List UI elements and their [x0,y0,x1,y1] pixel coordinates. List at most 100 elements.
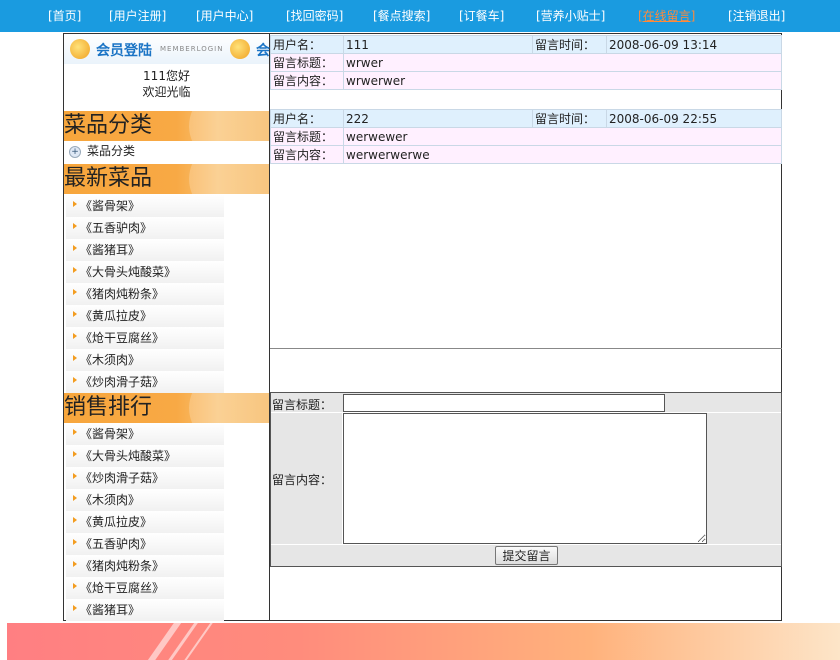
submit-message-button[interactable]: 提交留言 [495,546,558,565]
latest-dish-item[interactable]: 《五香驴肉》 [66,217,224,239]
arrow-right-icon [73,560,77,567]
latest-dish-item[interactable]: 《炝干豆腐丝》 [66,327,224,349]
arrow-right-icon [73,266,77,273]
latest-dish-item-label: 《黄瓜拉皮》 [80,309,153,323]
category-item-label: 菜品分类 [87,144,136,158]
latest-dish-item-label: 《炝干豆腐丝》 [80,331,165,345]
nav-retrieve-password[interactable]: [找回密码] [286,0,343,32]
time-value: 2008-06-09 22:55 [606,109,782,128]
nav-meal-search[interactable]: [餐点搜索] [373,0,430,32]
sales-rank-item-label: 《猪肉炖粉条》 [80,559,165,573]
sales-ranking-title: 销售排行 [64,395,153,420]
message-form: 留言标题： 留言内容： 提交留言 [270,392,782,567]
sales-rank-item-label: 《木须肉》 [80,493,141,507]
sales-rank-item-label: 《大骨头炖酸菜》 [80,449,177,463]
footer-banner [7,623,840,660]
arrow-right-icon [73,494,77,501]
latest-dish-item-label: 《五香驴肉》 [80,221,153,235]
member-login-logo-repeat: 会 [256,43,270,59]
nav-order-cart[interactable]: [订餐车] [459,0,504,32]
content-divider [270,348,782,349]
message-content-textarea[interactable] [343,413,707,544]
latest-dish-item[interactable]: 《大骨头炖酸菜》 [66,261,224,283]
sales-rank-item[interactable]: 《黄瓜拉皮》 [66,511,224,533]
sales-rank-item-label: 《五香驴肉》 [80,537,153,551]
latest-dishes-title: 最新菜品 [64,166,153,191]
latest-dish-item[interactable]: 《猪肉炖粉条》 [66,283,224,305]
latest-dish-item[interactable]: 《黄瓜拉皮》 [66,305,224,327]
latest-dish-item[interactable]: 《木须肉》 [66,349,224,371]
sales-rank-item[interactable]: 《大骨头炖酸菜》 [66,445,224,467]
sales-rank-item[interactable]: 《五香驴肉》 [66,533,224,555]
sales-rank-item[interactable]: 《炝干豆腐丝》 [66,577,224,599]
arrow-right-icon [73,200,77,207]
nav-user-center[interactable]: [用户中心] [196,0,253,32]
arrow-right-icon [73,516,77,523]
content-value: werwerwerwe [343,145,782,164]
latest-dish-item[interactable]: 《炒肉滑子菇》 [66,371,224,393]
category-item[interactable]: + 菜品分类 [66,141,135,161]
arrow-right-icon [73,310,77,317]
category-title: 菜品分类 [64,113,153,138]
arrow-right-icon [73,450,77,457]
arrow-right-icon [73,538,77,545]
message-entry: 用户名： 111 留言时间： 2008-06-09 13:14 留言标题： wr… [270,35,782,90]
form-content-label: 留言内容： [272,473,333,487]
user-value: 222 [343,109,533,128]
latest-dishes-header: 最新菜品 [64,164,269,194]
arrow-right-icon [73,244,77,251]
nav-register[interactable]: [用户注册] [109,0,166,32]
latest-dish-item-label: 《酱猪耳》 [80,243,141,257]
title-value: werwewer [343,127,782,146]
member-login-banner: 会员登陆 MEMBERLOGIN 会 [64,34,270,64]
latest-dish-item-label: 《猪肉炖粉条》 [80,287,165,301]
content-value: wrwerwer [343,71,782,90]
greeting-text: 111您好 [143,69,190,83]
time-label: 留言时间： [532,35,607,54]
top-navigation: [首页] [用户注册] [用户中心] [找回密码] [餐点搜索] [订餐车] [… [0,0,840,32]
latest-dish-item-label: 《木须肉》 [80,353,141,367]
expand-plus-icon: + [69,145,81,158]
arrow-right-icon [73,354,77,361]
user-label: 用户名： [270,35,344,54]
arrow-right-icon [73,582,77,589]
member-login-logo: 会员登陆 [96,43,152,59]
star-icon [70,39,90,59]
arrow-right-icon [73,332,77,339]
latest-dish-item-label: 《大骨头炖酸菜》 [80,265,177,279]
nav-nutrition-tips[interactable]: [营养小贴士] [536,0,605,32]
category-header: 菜品分类 [64,111,269,141]
nav-logout[interactable]: [注销退出] [728,0,785,32]
latest-dish-item[interactable]: 《酱猪耳》 [66,239,224,261]
sales-rank-item[interactable]: 《木须肉》 [66,489,224,511]
title-value: wrwer [343,53,782,72]
sales-rank-item[interactable]: 《酱猪耳》 [66,599,224,621]
arrow-right-icon [73,472,77,479]
sales-rank-item[interactable]: 《炒肉滑子菇》 [66,467,224,489]
arrow-right-icon [73,376,77,383]
title-label: 留言标题： [270,53,344,72]
sidebar: 会员登陆 MEMBERLOGIN 会 111您好 欢迎光临 菜品分类 + 菜品分类… [63,33,270,621]
time-label: 留言时间： [532,109,607,128]
user-label: 用户名： [270,109,344,128]
sales-rank-item-label: 《炝干豆腐丝》 [80,581,165,595]
sales-rank-item-label: 《酱猪耳》 [80,603,141,617]
nav-online-message[interactable]: [在线留言] [638,0,695,32]
sales-ranking-header: 销售排行 [64,393,269,423]
arrow-right-icon [73,428,77,435]
message-entry: 用户名： 222 留言时间： 2008-06-09 22:55 留言标题： we… [270,109,782,164]
content-label: 留言内容： [270,71,344,90]
arrow-right-icon [73,604,77,611]
user-value: 111 [343,35,533,54]
content-label: 留言内容： [270,145,344,164]
sales-rank-item-label: 《黄瓜拉皮》 [80,515,153,529]
latest-dish-item[interactable]: 《酱骨架》 [66,195,224,217]
arrow-right-icon [73,222,77,229]
nav-home[interactable]: [首页] [48,0,81,32]
sales-rank-item[interactable]: 《酱骨架》 [66,423,224,445]
sales-rank-item[interactable]: 《猪肉炖粉条》 [66,555,224,577]
sales-rank-item-label: 《炒肉滑子菇》 [80,471,165,485]
title-label: 留言标题： [270,127,344,146]
sales-rank-item-label: 《酱骨架》 [80,427,141,441]
message-title-input[interactable] [343,394,665,412]
